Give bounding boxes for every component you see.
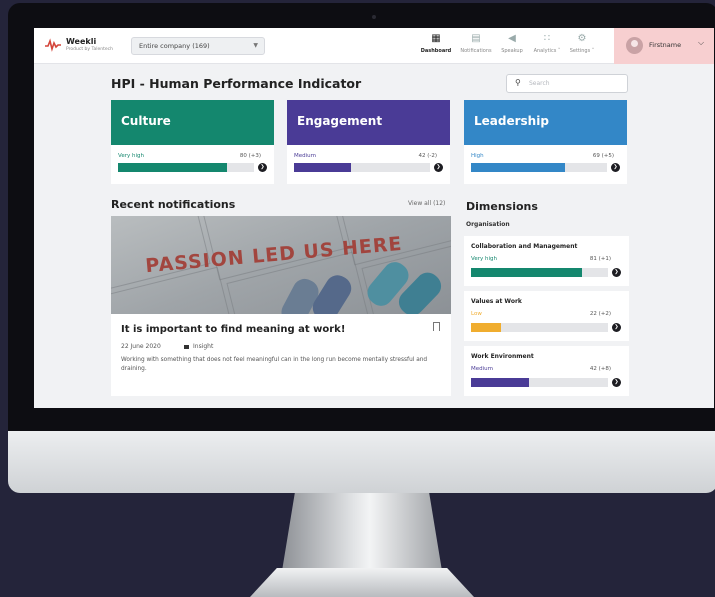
company-select[interactable]: Entire company (169) ▼ [131, 37, 265, 55]
dimensions-heading: Dimensions [466, 200, 538, 213]
dimension-work-environment[interactable]: Work Environment Medium 42 (+8) ❯ [464, 346, 629, 396]
hpi-card-progress-fill [118, 163, 227, 172]
dimension-score: 81 (+1) [589, 256, 611, 262]
nav-label: Notifications [460, 48, 492, 54]
search-icon: ⚲ [515, 78, 521, 87]
megaphone-icon: ◀ [508, 33, 516, 44]
dimension-progress [471, 323, 608, 332]
notification-card[interactable]: PASSION LED US HERE It is important to f… [111, 216, 451, 396]
hpi-card-score: 42 (-2) [418, 153, 437, 159]
notification-tag: Insight [184, 343, 213, 350]
view-all-link[interactable]: View all (12) [408, 200, 445, 207]
dimension-values-at-work[interactable]: Values at Work Low 22 (+2) ❯ [464, 291, 629, 341]
nav-label: Dashboard [420, 48, 452, 54]
gear-icon: ⚙ [577, 33, 587, 44]
hpi-card-leadership[interactable]: Leadership High 69 (+5) ❯ [464, 100, 627, 184]
monitor-scene: Weekli Product by Talentech Entire compa… [0, 0, 715, 597]
dimension-title: Collaboration and Management [471, 243, 578, 250]
notification-image: PASSION LED US HERE [111, 216, 451, 314]
camera-dot [372, 15, 376, 19]
hpi-card-culture[interactable]: Culture Very high 80 (+3) ❯ [111, 100, 274, 184]
hpi-card-level: Medium [294, 153, 316, 159]
dimension-title: Work Environment [471, 353, 534, 360]
notification-text: Working with something that does not fee… [121, 357, 428, 372]
company-select-value: Entire company (169) [139, 42, 210, 50]
hpi-card-score: 80 (+3) [239, 153, 261, 159]
brand-name: Weekli [66, 37, 97, 46]
notifications-heading: Recent notifications [111, 198, 236, 211]
nav-label: Settings ˅ [569, 48, 595, 54]
hpi-card-title: Engagement [287, 100, 450, 145]
hpi-card-progress [294, 163, 430, 172]
monitor-stand [282, 493, 442, 571]
analytics-icon: ∷ [543, 33, 551, 44]
dimension-title: Values at Work [471, 298, 522, 305]
brand-subtitle: Product by Talentech [66, 47, 113, 52]
search-input[interactable]: ⚲ Search [506, 74, 628, 93]
top-bar: Weekli Product by Talentech Entire compa… [34, 28, 714, 64]
page-title: HPI - Human Performance Indicator [111, 76, 362, 91]
user-name: Firstname [649, 41, 682, 49]
search-placeholder: Search [529, 80, 550, 87]
arrow-right-icon[interactable]: ❯ [434, 163, 443, 172]
app-screen: Weekli Product by Talentech Entire compa… [34, 28, 714, 408]
dimension-progress [471, 268, 608, 277]
nav-label: Speakup [501, 48, 523, 54]
hpi-card-progress [118, 163, 254, 172]
dimension-progress-fill [471, 268, 582, 277]
arrow-right-icon[interactable]: ❯ [258, 163, 267, 172]
message-icon: ▤ [471, 33, 481, 44]
nav-speakup[interactable]: ◀ Speakup [492, 32, 532, 54]
dimension-score: 42 (+8) [589, 366, 611, 372]
dimension-progress [471, 378, 608, 387]
hpi-card-score: 69 (+5) [592, 153, 614, 159]
arrow-right-icon[interactable]: ❯ [612, 268, 621, 277]
dimension-progress-fill [471, 378, 529, 387]
hpi-card-progress-fill [294, 163, 352, 172]
dimension-progress-fill [471, 323, 502, 332]
nav-label: Analytics ˅ [533, 48, 561, 54]
hpi-card-level: High [471, 153, 484, 159]
notification-title: It is important to find meaning at work! [121, 324, 346, 335]
nav-dashboard[interactable]: ▦ Dashboard [416, 32, 456, 54]
dimension-level: Low [471, 311, 482, 317]
dimension-level: Very high [471, 256, 497, 262]
avatar [626, 37, 643, 54]
hpi-card-progress [471, 163, 607, 172]
hpi-card-progress-fill [471, 163, 565, 172]
grid-icon: ▦ [431, 33, 441, 44]
user-menu[interactable]: Firstname ⌵ [614, 28, 714, 64]
dimension-level: Medium [471, 366, 493, 372]
nav-settings[interactable]: ⚙ Settings ˅ [562, 32, 602, 54]
nav-analytics[interactable]: ∷ Analytics ˅ [527, 32, 567, 54]
notification-date: 22 June 2020 [121, 343, 161, 350]
chevron-down-icon: ⌵ [698, 38, 705, 47]
arrow-right-icon[interactable]: ❯ [611, 163, 620, 172]
hpi-card-title: Culture [111, 100, 274, 145]
hpi-card-level: Very high [118, 153, 144, 159]
dimensions-group-label: Organisation [466, 221, 510, 228]
chevron-down-icon: ▼ [253, 42, 258, 49]
hpi-card-engagement[interactable]: Engagement Medium 42 (-2) ❯ [287, 100, 450, 184]
monitor-chin [8, 431, 715, 493]
dimension-collaboration[interactable]: Collaboration and Management Very high 8… [464, 236, 629, 286]
hpi-card-title: Leadership [464, 100, 627, 145]
dimension-score: 22 (+2) [589, 311, 611, 317]
arrow-right-icon[interactable]: ❯ [612, 378, 621, 387]
nav-notifications[interactable]: ▤ Notifications [456, 32, 496, 54]
arrow-right-icon[interactable]: ❯ [612, 323, 621, 332]
bookmark-icon[interactable] [433, 322, 440, 331]
monitor-foot [250, 568, 474, 597]
weekli-logo-icon[interactable] [44, 38, 62, 52]
